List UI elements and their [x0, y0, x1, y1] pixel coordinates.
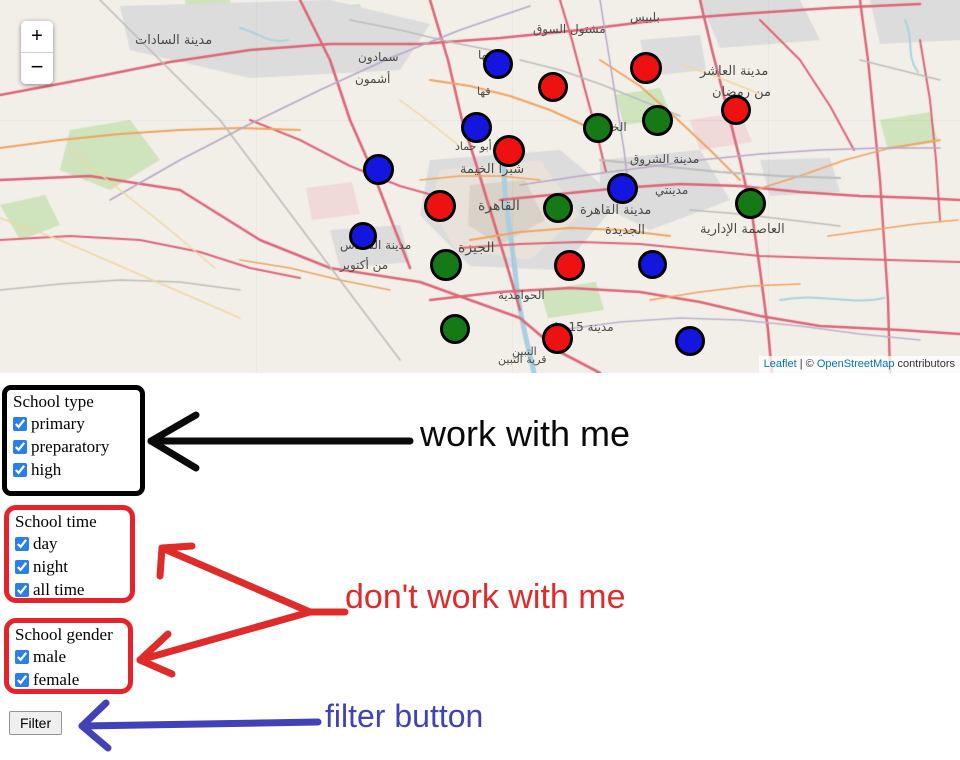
label-high[interactable]: high [27, 460, 61, 480]
label-all-time[interactable]: all time [29, 580, 84, 600]
label-male[interactable]: male [29, 647, 66, 667]
school-marker-green[interactable] [543, 193, 573, 223]
option-row-female[interactable]: female [9, 668, 128, 691]
label-day[interactable]: day [29, 534, 58, 554]
school-marker-red[interactable] [541, 322, 573, 354]
school-marker-red[interactable] [553, 249, 585, 281]
label-primary[interactable]: primary [27, 414, 85, 434]
annotation-dont-work-with-me: don't work with me [345, 578, 626, 616]
school-marker-red[interactable] [424, 190, 456, 222]
school-marker-blue[interactable] [483, 49, 513, 79]
openstreetmap-link[interactable]: OpenStreetMap [817, 358, 895, 370]
zoom-in-button[interactable]: + [21, 21, 53, 53]
school-marker-red[interactable] [538, 72, 568, 102]
checkbox-high[interactable] [13, 462, 27, 477]
school-time-legend: School time [15, 512, 97, 531]
checkbox-night[interactable] [15, 559, 29, 574]
zoom-out-button[interactable]: − [21, 53, 53, 84]
annotation-filter-button: filter button [325, 698, 484, 734]
label-female[interactable]: female [29, 670, 79, 690]
school-marker-red[interactable] [630, 52, 662, 84]
option-row-high[interactable]: high [7, 458, 140, 481]
map-attribution: Leaflet | © OpenStreetMap contributors [758, 356, 960, 373]
checkbox-all-time[interactable] [15, 582, 29, 597]
school-gender-fieldset: School gender male female [4, 618, 133, 694]
map-tile-canvas[interactable] [0, 0, 960, 373]
school-type-fieldset: School type primary preparatory high [2, 385, 145, 496]
attribution-suffix: contributors [894, 358, 955, 370]
option-row-male[interactable]: male [9, 645, 128, 668]
school-marker-blue[interactable] [460, 111, 492, 143]
checkbox-preparatory[interactable] [13, 439, 27, 454]
school-marker-green[interactable] [641, 104, 673, 136]
label-night[interactable]: night [29, 557, 68, 577]
school-marker-green[interactable] [440, 314, 470, 344]
map-panel[interactable]: مدينة السادات سمادون أشمون بلبيس مشتول السوق… [0, 0, 960, 373]
school-marker-blue[interactable] [349, 222, 377, 250]
option-row-primary[interactable]: primary [7, 412, 140, 435]
option-row-day[interactable]: day [9, 532, 130, 555]
annotation-work-with-me: work with me [420, 413, 631, 454]
school-type-legend: School type [13, 392, 94, 411]
option-row-night[interactable]: night [9, 555, 130, 578]
label-preparatory[interactable]: preparatory [27, 437, 109, 457]
school-gender-legend: School gender [15, 625, 113, 644]
school-marker-red[interactable] [721, 95, 751, 125]
school-marker-blue[interactable] [606, 172, 638, 204]
school-marker-green[interactable] [734, 187, 766, 219]
school-marker-green[interactable] [583, 113, 613, 143]
attribution-separator: | [796, 358, 806, 370]
school-time-fieldset: School time day night all time [4, 505, 135, 603]
school-marker-blue[interactable] [637, 249, 667, 279]
checkbox-primary[interactable] [13, 416, 27, 431]
school-marker-blue[interactable] [362, 153, 394, 185]
checkbox-female[interactable] [15, 672, 29, 687]
filter-button[interactable]: Filter [9, 711, 63, 735]
leaflet-link[interactable]: Leaflet [764, 358, 797, 370]
checkbox-day[interactable] [15, 536, 29, 551]
school-marker-green[interactable] [430, 249, 462, 281]
option-row-preparatory[interactable]: preparatory [7, 435, 140, 458]
checkbox-male[interactable] [15, 649, 29, 664]
school-marker-blue[interactable] [675, 326, 705, 356]
zoom-control[interactable]: + − [21, 21, 53, 84]
option-row-all-time[interactable]: all time [9, 578, 130, 601]
school-marker-red[interactable] [493, 135, 525, 167]
copyright-symbol: © [805, 358, 817, 370]
